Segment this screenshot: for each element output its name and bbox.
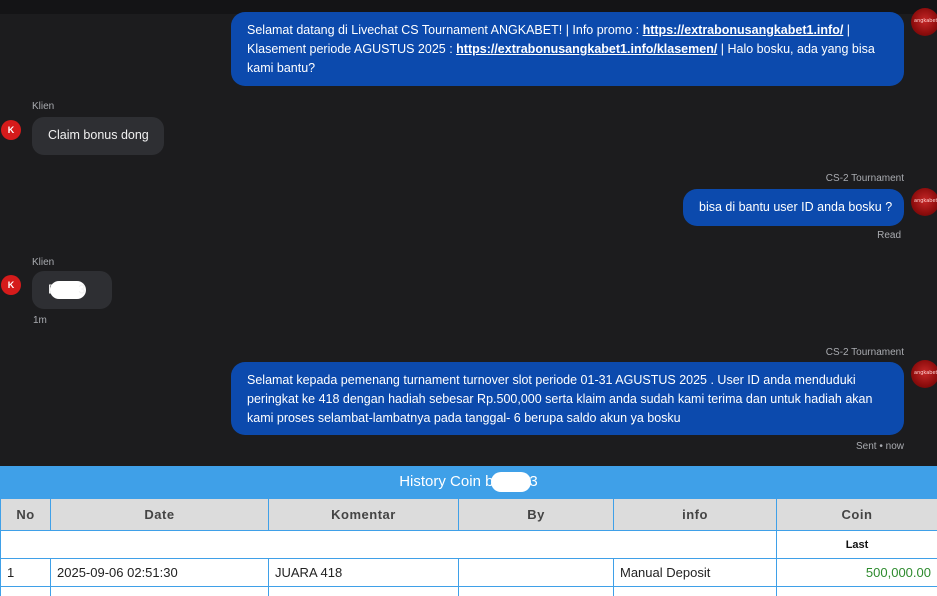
history-title-end: 3 (529, 473, 538, 490)
client-message: Claim bonus dong (32, 117, 164, 155)
client-avatar: K (1, 275, 21, 295)
cell-no: 1 (0, 558, 51, 587)
chat-window: Selamat datang di Livechat CS Tournament… (0, 0, 937, 466)
col-header-date[interactable]: Date (50, 498, 269, 531)
client-message-user-id: B3 (32, 271, 112, 309)
agent-sender-label: CS-2 Tournament (825, 347, 904, 358)
client-sender-label: Klien (32, 257, 55, 268)
cell-coin: 500,000.00 (776, 558, 937, 587)
cell-komentar: JUARA 418 (268, 558, 459, 587)
cell-info: Manual Deposit (613, 558, 777, 587)
agent-sender-label: CS-2 Tournament (825, 173, 904, 184)
last-row: Last (0, 530, 937, 559)
agent-message-welcome: Selamat datang di Livechat CS Tournament… (231, 12, 904, 86)
read-status: Read (877, 230, 901, 241)
agent-avatar: angkabet (911, 8, 937, 36)
klasemen-link[interactable]: https://extrabonusangkabet1.info/klaseme… (456, 42, 717, 56)
message-time: 1m (33, 315, 47, 326)
history-title: History Coin b 3 (0, 466, 937, 498)
last-row-spacer (0, 530, 777, 559)
col-header-no[interactable]: No (0, 498, 51, 531)
welcome-text-prefix: Selamat datang di Livechat CS Tournament… (247, 23, 643, 37)
col-header-by[interactable]: By (458, 498, 614, 531)
history-title-start: History Coin b (399, 473, 494, 490)
col-header-coin[interactable]: Coin (776, 498, 937, 531)
client-sender-label: Klien (32, 101, 55, 112)
table-row[interactable]: 1 2025-09-06 02:51:30 JUARA 418 Manual D… (0, 558, 937, 587)
table-row (0, 586, 937, 596)
last-label: Last (776, 530, 937, 559)
col-header-info[interactable]: info (613, 498, 777, 531)
client-id-end: 3 (78, 282, 86, 297)
history-table: No Date Komentar By info Coin Last 1 202… (0, 498, 937, 596)
cell-date: 2025-09-06 02:51:30 (50, 558, 269, 587)
agent-avatar: angkabet (911, 360, 937, 388)
client-message-text: Claim bonus dong (48, 128, 149, 142)
cell-by (458, 558, 614, 587)
redaction-blob (491, 472, 532, 493)
agent-message-text: Selamat kepada pemenang turnament turnov… (247, 373, 873, 425)
col-header-komentar[interactable]: Komentar (268, 498, 459, 531)
agent-message-winner: Selamat kepada pemenang turnament turnov… (231, 362, 904, 435)
sent-status: Sent • now (856, 441, 904, 452)
history-coin-panel: History Coin b 3 No Date Komentar By info… (0, 466, 937, 596)
agent-avatar: angkabet (911, 188, 937, 216)
history-header-row: No Date Komentar By info Coin (0, 498, 937, 531)
client-avatar: K (1, 120, 21, 140)
agent-message-ask-id: bisa di bantu user ID anda bosku ? (683, 189, 904, 226)
agent-message-text: bisa di bantu user ID anda bosku ? (699, 200, 893, 214)
promo-link[interactable]: https://extrabonusangkabet1.info/ (643, 23, 844, 37)
